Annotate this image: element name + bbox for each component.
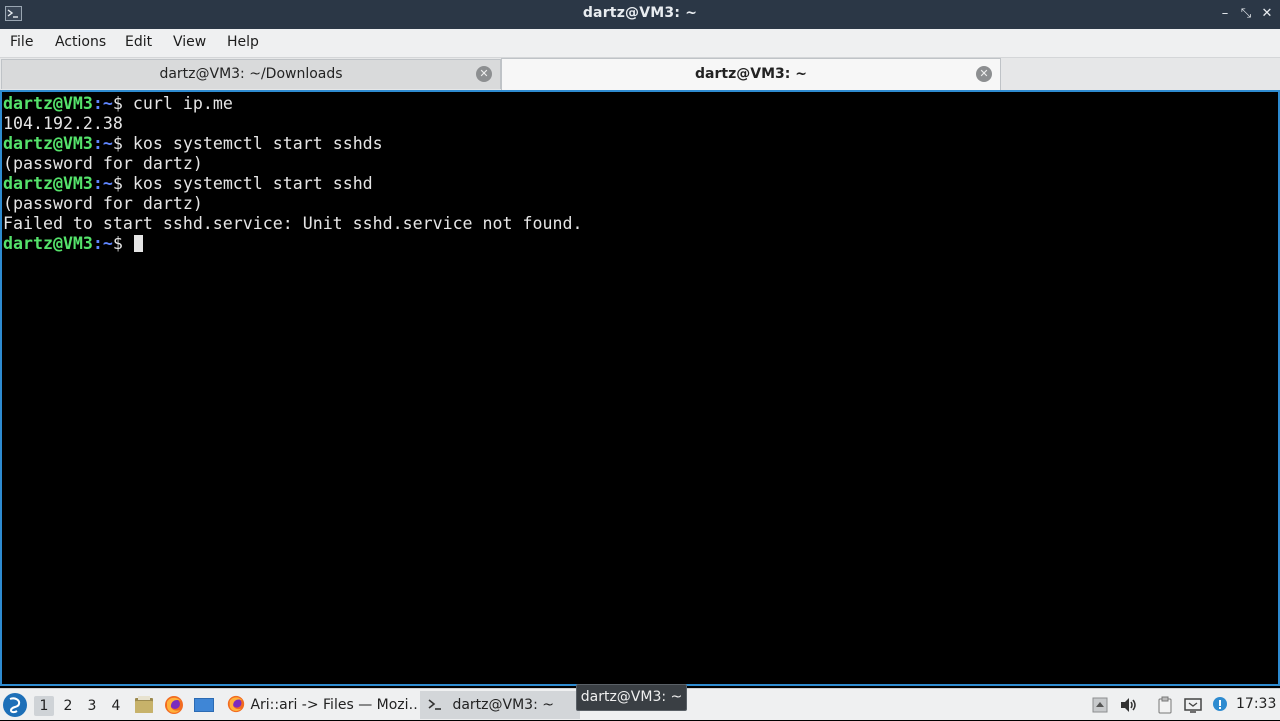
prompt-path: ~ bbox=[102, 174, 113, 193]
clipboard-icon[interactable] bbox=[1155, 695, 1175, 715]
terminal-output-line: Failed to start sshd.service: Unit sshd.… bbox=[3, 214, 1278, 234]
prompt-separator: : bbox=[92, 94, 103, 113]
task-label: dartz@VM3: ~ bbox=[452, 697, 554, 713]
tab-label: dartz@VM3: ~ bbox=[695, 66, 807, 82]
command-text: kos systemctl start sshds bbox=[132, 134, 383, 153]
file-manager-icon[interactable] bbox=[133, 694, 155, 716]
prompt-path: ~ bbox=[102, 134, 113, 153]
prompt-path: ~ bbox=[102, 234, 113, 253]
firefox-icon[interactable] bbox=[163, 694, 185, 716]
terminal-output[interactable]: dartz@VM3:~$ curl ip.me 104.192.2.38 dartz… bbox=[0, 90, 1280, 686]
menu-file[interactable]: File bbox=[10, 34, 33, 50]
prompt-symbol: $ bbox=[112, 234, 133, 253]
start-menu-icon[interactable] bbox=[3, 693, 27, 717]
menu-edit[interactable]: Edit bbox=[125, 34, 152, 50]
output-text: (password for dartz) bbox=[3, 194, 203, 213]
volume-icon[interactable] bbox=[1118, 695, 1138, 715]
task-tooltip: dartz@VM3: ~ bbox=[576, 684, 687, 711]
prompt-user-host: dartz@VM3 bbox=[3, 134, 93, 153]
command-text: curl ip.me bbox=[132, 94, 233, 113]
title-bar: dartz@VM3: ~ – ⤡ ✕ bbox=[0, 0, 1280, 29]
task-firefox[interactable]: Ari::ari -> Files — Mozi… bbox=[222, 691, 417, 719]
firefox-icon bbox=[227, 695, 245, 713]
close-button[interactable]: ✕ bbox=[1259, 5, 1275, 23]
tab-close-icon[interactable]: ✕ bbox=[976, 66, 992, 82]
menu-actions[interactable]: Actions bbox=[55, 34, 106, 50]
prompt-path: ~ bbox=[102, 94, 113, 113]
output-text: 104.192.2.38 bbox=[3, 114, 123, 133]
desktop-2[interactable]: 2 bbox=[58, 696, 78, 716]
tab-downloads[interactable]: dartz@VM3: ~/Downloads ✕ bbox=[1, 59, 501, 89]
prompt-separator: : bbox=[92, 234, 103, 253]
terminal-command-line: dartz@VM3:~$ kos systemctl start sshds bbox=[3, 134, 1278, 154]
notification-icon[interactable] bbox=[1210, 695, 1230, 715]
clock[interactable]: 17:33 bbox=[1236, 696, 1276, 712]
prompt-symbol: $ bbox=[112, 94, 133, 113]
task-terminal[interactable]: dartz@VM3: ~ bbox=[420, 691, 580, 719]
terminal-output-line: 104.192.2.38 bbox=[3, 114, 1278, 134]
menu-bar: File Actions Edit View Help bbox=[0, 29, 1280, 58]
prompt-user-host: dartz@VM3 bbox=[3, 174, 93, 193]
window-title: dartz@VM3: ~ bbox=[582, 5, 698, 21]
output-text: (password for dartz) bbox=[3, 154, 203, 173]
task-label: Ari::ari -> Files — Mozi… bbox=[250, 697, 417, 713]
prompt-user-host: dartz@VM3 bbox=[3, 234, 93, 253]
terminal-command-line: dartz@VM3:~$ kos systemctl start sshd bbox=[3, 174, 1278, 194]
tab-bar: dartz@VM3: ~/Downloads ✕ dartz@VM3: ~ ✕ bbox=[0, 58, 1280, 90]
menu-help[interactable]: Help bbox=[227, 34, 259, 50]
terminal-output-line: (password for dartz) bbox=[3, 154, 1278, 174]
minimize-button[interactable]: – bbox=[1217, 5, 1233, 23]
terminal-icon bbox=[428, 699, 441, 710]
tab-label: dartz@VM3: ~/Downloads bbox=[159, 66, 343, 82]
desktop-3[interactable]: 3 bbox=[82, 696, 102, 716]
terminal-output-line: (password for dartz) bbox=[3, 194, 1278, 214]
terminal-command-line: dartz@VM3:~$ bbox=[3, 234, 1278, 254]
desktop-4[interactable]: 4 bbox=[106, 696, 126, 716]
maximize-button[interactable]: ⤡ bbox=[1238, 5, 1254, 23]
prompt-separator: : bbox=[92, 134, 103, 153]
tab-close-icon[interactable]: ✕ bbox=[476, 66, 492, 82]
prompt-symbol: $ bbox=[112, 174, 133, 193]
show-desktop-icon[interactable] bbox=[193, 694, 215, 716]
prompt-separator: : bbox=[92, 174, 103, 193]
output-text: Failed to start sshd.service: Unit sshd.… bbox=[3, 214, 583, 233]
tab-home[interactable]: dartz@VM3: ~ ✕ bbox=[501, 58, 1001, 90]
terminal-command-line: dartz@VM3:~$ curl ip.me bbox=[3, 94, 1278, 114]
prompt-user-host: dartz@VM3 bbox=[3, 94, 93, 113]
text-cursor bbox=[133, 235, 143, 252]
screen-icon[interactable] bbox=[1183, 695, 1203, 715]
menu-view[interactable]: View bbox=[173, 34, 206, 50]
tray-expand-icon[interactable] bbox=[1090, 695, 1110, 715]
desktop-1[interactable]: 1 bbox=[34, 696, 54, 716]
command-text: kos systemctl start sshd bbox=[132, 174, 373, 193]
prompt-symbol: $ bbox=[112, 134, 133, 153]
